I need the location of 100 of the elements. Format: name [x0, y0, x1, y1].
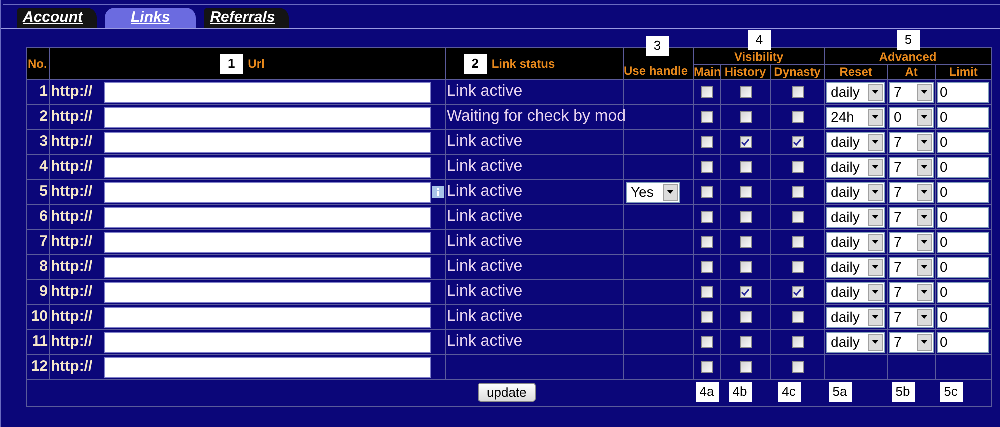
handle-dropdown[interactable]: Yes	[626, 182, 680, 202]
reset-dropdown[interactable]: daily	[826, 282, 886, 302]
limit-input-field[interactable]: 0	[937, 282, 990, 302]
checkbox[interactable]	[792, 136, 804, 148]
reset-dropdown[interactable]: daily	[826, 332, 886, 352]
checkbox[interactable]	[701, 136, 713, 148]
reset-dropdown[interactable]: daily	[826, 82, 886, 102]
reset-dropdown[interactable]: daily	[826, 156, 886, 178]
url-input-field[interactable]	[104, 306, 431, 328]
caret-icon	[917, 208, 932, 226]
number-label: 3	[646, 36, 669, 56]
checkbox[interactable]	[740, 136, 752, 148]
limit-input-field[interactable]: 0	[937, 332, 990, 352]
link-status: Link active	[447, 308, 523, 325]
hour-dropdown[interactable]: 0	[889, 106, 934, 128]
link-status: Link active	[447, 283, 523, 300]
checkbox[interactable]	[740, 336, 752, 348]
checkbox[interactable]	[701, 211, 713, 223]
hour-dropdown[interactable]: 7	[889, 82, 934, 102]
url-input-field[interactable]	[104, 106, 431, 128]
caret-icon	[917, 334, 932, 350]
link-status: Waiting for check by mod	[447, 108, 626, 125]
checkbox[interactable]	[740, 236, 752, 248]
limit-input-field[interactable]: 0	[937, 132, 990, 152]
checkbox[interactable]	[701, 311, 713, 323]
hour-dropdown[interactable]: 7	[889, 132, 934, 152]
url-input-field[interactable]	[104, 206, 431, 228]
url-input-field[interactable]	[104, 82, 431, 102]
checkbox[interactable]	[792, 286, 804, 298]
column-header: Reset	[840, 65, 872, 79]
hour-dropdown[interactable]: 7	[889, 206, 934, 228]
number-label: 5	[897, 30, 920, 50]
checkbox[interactable]	[701, 261, 713, 273]
checkbox[interactable]	[701, 236, 713, 248]
checkbox[interactable]	[701, 86, 713, 98]
limit-input-field[interactable]: 0	[937, 82, 990, 102]
reset-dropdown[interactable]: daily	[826, 256, 886, 278]
checkbox[interactable]	[792, 86, 804, 98]
url-input-field[interactable]	[104, 332, 431, 352]
checkbox[interactable]	[740, 161, 752, 173]
hour-dropdown[interactable]: 7	[889, 232, 934, 252]
limit-input-field[interactable]: 0	[937, 156, 990, 178]
checkbox[interactable]	[792, 161, 804, 173]
hour-dropdown[interactable]: 7	[889, 182, 934, 202]
hour-dropdown[interactable]: 7	[889, 306, 934, 328]
checkbox[interactable]	[740, 261, 752, 273]
url-input-field[interactable]	[104, 182, 431, 202]
checkbox[interactable]	[792, 211, 804, 223]
checkbox[interactable]	[701, 336, 713, 348]
reset-dropdown[interactable]: daily	[826, 206, 886, 228]
hour-dropdown[interactable]: 7	[889, 256, 934, 278]
limit-input-field[interactable]: 0	[937, 232, 990, 252]
limit-input-field[interactable]: 0	[937, 206, 990, 228]
tab[interactable]: Referrals	[204, 8, 290, 28]
link-status: Link active	[447, 333, 523, 350]
url-input-field[interactable]	[104, 132, 431, 152]
url-prefix: http://	[50, 306, 94, 327]
caret-icon	[868, 84, 884, 100]
tab[interactable]: Links	[105, 8, 196, 28]
reset-dropdown[interactable]: daily	[826, 132, 886, 152]
limit-input-field[interactable]: 0	[937, 306, 990, 328]
hour-dropdown[interactable]: 7	[889, 282, 934, 302]
url-input-field[interactable]	[104, 356, 431, 378]
checkbox[interactable]	[740, 111, 752, 123]
url-prefix: http://	[50, 282, 94, 302]
checkbox[interactable]	[701, 111, 713, 123]
url-input-field[interactable]	[104, 232, 431, 252]
row-number: 2	[40, 108, 48, 125]
checkbox[interactable]	[792, 311, 804, 323]
checkbox[interactable]	[792, 236, 804, 248]
checkbox[interactable]	[792, 261, 804, 273]
reset-dropdown[interactable]: daily	[826, 182, 886, 202]
reset-dropdown[interactable]: 24h	[826, 106, 886, 128]
tab[interactable]: Account	[17, 8, 97, 28]
checkbox[interactable]	[701, 161, 713, 173]
checkbox[interactable]	[701, 186, 713, 198]
checkbox[interactable]	[792, 361, 804, 373]
checkbox[interactable]	[792, 336, 804, 348]
checkbox[interactable]	[701, 286, 713, 298]
limit-input-field[interactable]: 0	[937, 256, 990, 278]
limit-input-field[interactable]: 0	[937, 182, 990, 202]
checkbox[interactable]	[740, 186, 752, 198]
checkbox[interactable]	[740, 86, 752, 98]
checkbox[interactable]	[740, 211, 752, 223]
url-input-field[interactable]	[104, 156, 431, 178]
checkbox[interactable]	[792, 186, 804, 198]
checkbox[interactable]	[740, 286, 752, 298]
reset-dropdown[interactable]: daily	[826, 306, 886, 328]
hour-dropdown[interactable]: 7	[889, 156, 934, 178]
url-input-field[interactable]	[104, 282, 431, 302]
url-input-field[interactable]	[104, 256, 431, 278]
checkbox[interactable]	[792, 111, 804, 123]
column-header: Advanced	[879, 50, 937, 64]
update-button[interactable]: update	[478, 383, 536, 402]
checkbox[interactable]	[740, 361, 752, 373]
limit-input-field[interactable]: 0	[937, 106, 990, 128]
checkbox[interactable]	[701, 361, 713, 373]
checkbox[interactable]	[740, 311, 752, 323]
reset-dropdown[interactable]: daily	[826, 232, 886, 252]
hour-dropdown[interactable]: 7	[889, 332, 934, 352]
